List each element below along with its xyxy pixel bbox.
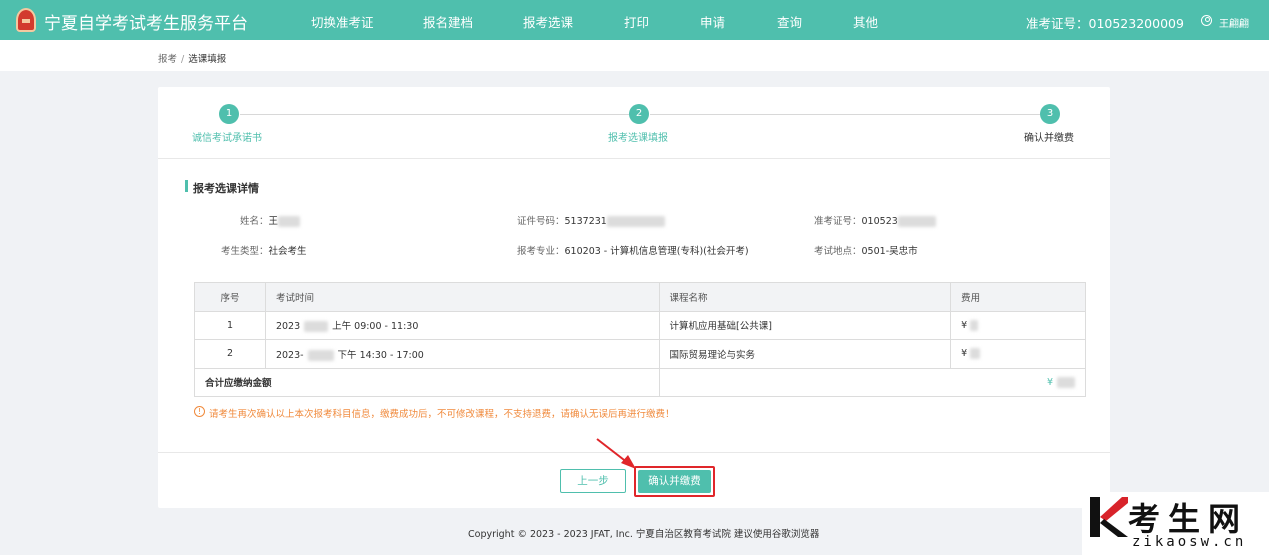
id-label: 证件号码： <box>517 216 565 227</box>
major-value: 610203 - 计算机信息管理(专科)(社会开考) <box>564 246 749 257</box>
nav-query[interactable]: 查询 <box>777 12 802 31</box>
ticket-redaction <box>897 216 936 227</box>
user-icon[interactable] <box>1201 15 1212 26</box>
confirm-pay-button[interactable]: 确认并缴费 <box>638 470 711 493</box>
step-1-circle: 1 <box>219 104 239 124</box>
time-suffix: 上午 09:00 - 11:30 <box>332 321 419 333</box>
time-prefix: 2023- <box>275 349 304 361</box>
step-connector-1 <box>240 114 629 115</box>
th-course: 课程名称 <box>658 282 952 312</box>
id-value: 5137231 <box>564 216 607 227</box>
row-no: 1 <box>194 310 266 340</box>
th-time: 考试时间 <box>264 282 660 312</box>
table-row: 2 2023- 下午 14:30 - 17:00 国际贸易理论与实务 ¥ <box>194 339 1086 369</box>
row-fee: ¥ <box>950 339 1086 369</box>
table-header-row: 序号 考试时间 课程名称 费用 <box>194 282 1086 312</box>
row-course: 计算机应用基础[公共课] <box>658 310 952 340</box>
user-name[interactable]: 王翩翩 <box>1219 15 1249 30</box>
info-type: 考生类型：社会考生 <box>221 243 307 257</box>
row-time: 2023 上午 09:00 - 11:30 <box>264 310 660 340</box>
watermark-url: zikaosw.cn <box>1132 534 1247 550</box>
time-redaction <box>307 349 334 361</box>
step-1-label: 诚信考试承诺书 <box>192 133 262 144</box>
nav-apply[interactable]: 申请 <box>700 12 725 31</box>
info-name: 姓名：王 <box>240 213 301 227</box>
breadcrumb-bar: 报考 / 选课填报 <box>0 40 1269 71</box>
section-title: 报考选课详情 <box>193 182 259 195</box>
warning-text: 请考生再次确认以上本次报考科目信息，缴费成功后，不可修改课程，不支持退费，请确认… <box>209 409 675 420</box>
fee-redaction <box>970 319 979 331</box>
time-prefix: 2023 <box>275 321 301 333</box>
row-no: 2 <box>194 339 266 369</box>
total-value: ¥ <box>1046 376 1053 388</box>
section-title-bar <box>185 180 188 192</box>
info-major: 报考专业：610203 - 计算机信息管理(专科)(社会开考) <box>517 243 749 257</box>
ticket-value: 010523 <box>861 216 898 227</box>
watermark-k-logo-icon <box>1090 497 1128 537</box>
name-redaction <box>278 216 301 227</box>
button-divider <box>158 452 1110 453</box>
name-label: 姓名： <box>240 216 269 227</box>
type-label: 考生类型： <box>221 246 269 257</box>
fee-value: ¥ <box>961 348 968 360</box>
step-connector-2 <box>650 114 1040 115</box>
time-redaction <box>304 321 329 333</box>
row-course: 国际贸易理论与实务 <box>658 339 952 369</box>
id-redaction <box>606 216 665 227</box>
header-ticket-number: 准考证号：010523200009 <box>1026 16 1184 31</box>
warning-icon: ! <box>194 406 205 417</box>
nav-registration[interactable]: 报名建档 <box>423 12 473 31</box>
steps-divider <box>158 158 1110 159</box>
watermark: 考生网 zikaosw.cn <box>1082 492 1269 555</box>
th-no: 序号 <box>194 282 266 312</box>
row-fee: ¥ <box>950 310 1086 340</box>
top-header: 宁夏自学考试考生服务平台 切换准考证 报名建档 报考选课 打印 申请 查询 其他… <box>0 0 1269 40</box>
nav-print[interactable]: 打印 <box>624 12 649 31</box>
step-2-label: 报考选课填报 <box>608 133 668 144</box>
info-id: 证件号码：5137231 <box>517 213 665 227</box>
fee-value: ¥ <box>961 319 968 331</box>
location-label: 考试地点： <box>814 246 862 257</box>
time-suffix: 下午 14:30 - 17:00 <box>337 349 424 361</box>
table-total-row: 合计应缴纳金额 ¥ <box>194 367 1086 397</box>
step-2-circle: 2 <box>629 104 649 124</box>
info-ticket: 准考证号：010523 <box>814 213 936 227</box>
nav-other[interactable]: 其他 <box>853 12 878 31</box>
step-3-circle: 3 <box>1040 104 1060 124</box>
nav-switch-ticket[interactable]: 切换准考证 <box>311 12 374 31</box>
major-label: 报考专业： <box>517 246 565 257</box>
main-card: 1 2 3 诚信考试承诺书 报考选课填报 确认并缴费 报考选课详情 姓名：王 证… <box>158 87 1110 508</box>
th-fee: 费用 <box>950 282 1086 312</box>
total-redaction <box>1057 376 1075 388</box>
ticket-label: 准考证号： <box>814 216 862 227</box>
step-3-label: 确认并缴费 <box>1024 133 1074 144</box>
breadcrumb-current: 选课填报 <box>188 54 227 65</box>
row-time: 2023- 下午 14:30 - 17:00 <box>264 339 660 369</box>
breadcrumb: 报考 / 选课填报 <box>158 51 226 65</box>
name-value: 王 <box>268 216 279 227</box>
location-value: 0501-吴忠市 <box>861 246 918 257</box>
info-location: 考试地点：0501-吴忠市 <box>814 243 918 257</box>
type-value: 社会考生 <box>268 246 307 257</box>
breadcrumb-separator: / <box>181 54 185 65</box>
fee-redaction <box>970 348 981 360</box>
total-label: 合计应缴纳金额 <box>194 367 660 397</box>
course-table: 序号 考试时间 课程名称 费用 1 2023 上午 09:00 - 11:30 计… <box>194 282 1086 397</box>
footer-copyright: Copyright © 2023 - 2023 JFAT, Inc. 宁夏自治区… <box>468 529 820 540</box>
previous-button[interactable]: 上一步 <box>560 469 626 493</box>
breadcrumb-parent[interactable]: 报考 <box>158 54 177 65</box>
nav-course-selection[interactable]: 报考选课 <box>523 12 573 31</box>
table-row: 1 2023 上午 09:00 - 11:30 计算机应用基础[公共课] ¥ <box>194 310 1086 340</box>
total-cell: ¥ <box>658 367 1086 397</box>
